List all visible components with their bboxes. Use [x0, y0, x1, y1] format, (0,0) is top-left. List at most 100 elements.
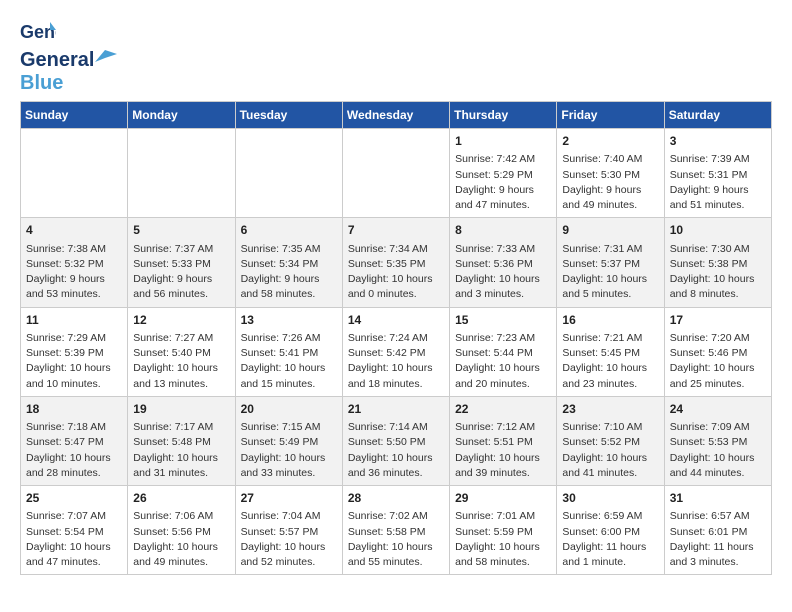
calendar-day-cell: 17Sunrise: 7:20 AMSunset: 5:46 PMDayligh…	[664, 307, 771, 396]
day-info-line: Daylight: 10 hours	[133, 540, 229, 555]
day-info-line: and 0 minutes.	[348, 287, 444, 302]
day-info-line: Sunrise: 6:57 AM	[670, 509, 766, 524]
day-number: 25	[26, 490, 122, 507]
calendar-day-cell: 12Sunrise: 7:27 AMSunset: 5:40 PMDayligh…	[128, 307, 235, 396]
day-info-line: and 18 minutes.	[348, 377, 444, 392]
day-info-line: Sunrise: 7:09 AM	[670, 420, 766, 435]
day-info-line: and 25 minutes.	[670, 377, 766, 392]
day-info-line: Sunset: 5:32 PM	[26, 257, 122, 272]
day-info-line: Daylight: 9 hours	[562, 183, 658, 198]
day-number: 8	[455, 222, 551, 239]
day-info-line: Daylight: 10 hours	[241, 451, 337, 466]
day-info-line: Sunrise: 7:06 AM	[133, 509, 229, 524]
day-number: 1	[455, 133, 551, 150]
day-info-line: and 49 minutes.	[562, 198, 658, 213]
calendar-week-row: 25Sunrise: 7:07 AMSunset: 5:54 PMDayligh…	[21, 486, 772, 575]
day-info-line: Daylight: 9 hours	[241, 272, 337, 287]
day-info-line: Sunrise: 6:59 AM	[562, 509, 658, 524]
day-info-line: Sunset: 5:37 PM	[562, 257, 658, 272]
day-info-line: and 49 minutes.	[133, 555, 229, 570]
day-info-line: Sunrise: 7:01 AM	[455, 509, 551, 524]
day-info-line: Daylight: 10 hours	[241, 540, 337, 555]
calendar-day-cell: 5Sunrise: 7:37 AMSunset: 5:33 PMDaylight…	[128, 218, 235, 307]
day-number: 2	[562, 133, 658, 150]
day-number: 24	[670, 401, 766, 418]
day-info-line: Sunset: 5:56 PM	[133, 525, 229, 540]
day-number: 28	[348, 490, 444, 507]
calendar-day-cell: 7Sunrise: 7:34 AMSunset: 5:35 PMDaylight…	[342, 218, 449, 307]
day-info-line: and 58 minutes.	[455, 555, 551, 570]
calendar-day-cell: 9Sunrise: 7:31 AMSunset: 5:37 PMDaylight…	[557, 218, 664, 307]
day-info-line: Sunset: 6:01 PM	[670, 525, 766, 540]
day-info-line: Daylight: 10 hours	[455, 540, 551, 555]
calendar-week-row: 4Sunrise: 7:38 AMSunset: 5:32 PMDaylight…	[21, 218, 772, 307]
calendar-header-row: SundayMondayTuesdayWednesdayThursdayFrid…	[21, 102, 772, 129]
day-info-line: Sunset: 5:36 PM	[455, 257, 551, 272]
day-info-line: and 3 minutes.	[670, 555, 766, 570]
day-info-line: Daylight: 10 hours	[455, 451, 551, 466]
day-number: 17	[670, 312, 766, 329]
calendar-day-cell: 4Sunrise: 7:38 AMSunset: 5:32 PMDaylight…	[21, 218, 128, 307]
day-number: 26	[133, 490, 229, 507]
day-info-line: Sunrise: 7:38 AM	[26, 242, 122, 257]
day-info-line: and 36 minutes.	[348, 466, 444, 481]
page-header: General General Blue	[20, 16, 772, 95]
day-info-line: Daylight: 9 hours	[670, 183, 766, 198]
calendar-day-cell: 29Sunrise: 7:01 AMSunset: 5:59 PMDayligh…	[450, 486, 557, 575]
day-number: 31	[670, 490, 766, 507]
day-info-line: Daylight: 10 hours	[348, 272, 444, 287]
day-info-line: Daylight: 9 hours	[455, 183, 551, 198]
day-info-line: Sunset: 5:57 PM	[241, 525, 337, 540]
day-info-line: Sunset: 6:00 PM	[562, 525, 658, 540]
day-info-line: Sunrise: 7:17 AM	[133, 420, 229, 435]
day-info-line: and 56 minutes.	[133, 287, 229, 302]
day-info-line: Sunset: 5:59 PM	[455, 525, 551, 540]
day-info-line: Sunrise: 7:30 AM	[670, 242, 766, 257]
day-info-line: Sunset: 5:40 PM	[133, 346, 229, 361]
day-info-line: Sunrise: 7:23 AM	[455, 331, 551, 346]
day-info-line: Sunrise: 7:07 AM	[26, 509, 122, 524]
day-info-line: Sunrise: 7:26 AM	[241, 331, 337, 346]
day-number: 15	[455, 312, 551, 329]
day-info-line: Sunset: 5:39 PM	[26, 346, 122, 361]
day-info-line: Sunset: 5:51 PM	[455, 435, 551, 450]
day-info-line: and 53 minutes.	[26, 287, 122, 302]
day-number: 23	[562, 401, 658, 418]
day-info-line: Sunrise: 7:31 AM	[562, 242, 658, 257]
day-info-line: and 44 minutes.	[670, 466, 766, 481]
calendar-day-cell: 23Sunrise: 7:10 AMSunset: 5:52 PMDayligh…	[557, 396, 664, 485]
day-info-line: and 52 minutes.	[241, 555, 337, 570]
calendar-day-cell: 22 Sunrise: 7:12 AMSunset: 5:51 PMDayligh…	[450, 396, 557, 485]
calendar-day-cell: 20Sunrise: 7:15 AMSunset: 5:49 PMDayligh…	[235, 396, 342, 485]
calendar-day-cell: 21Sunrise: 7:14 AMSunset: 5:50 PMDayligh…	[342, 396, 449, 485]
day-info-line: and 31 minutes.	[133, 466, 229, 481]
day-info-line: and 51 minutes.	[670, 198, 766, 213]
day-info-line: Daylight: 10 hours	[670, 361, 766, 376]
day-info-line: Sunrise: 7:27 AM	[133, 331, 229, 346]
day-info-line: Sunrise: 7:35 AM	[241, 242, 337, 257]
day-number: 18	[26, 401, 122, 418]
day-info-line: and 33 minutes.	[241, 466, 337, 481]
day-info-line: Sunrise: 7:12 AM	[455, 420, 551, 435]
day-info-line: Daylight: 10 hours	[348, 451, 444, 466]
day-info-line: Daylight: 10 hours	[348, 361, 444, 376]
day-info-line: Sunrise: 7:14 AM	[348, 420, 444, 435]
logo: General General Blue	[20, 16, 118, 95]
day-number: 22	[455, 401, 551, 418]
day-info-line: Sunrise: 7:18 AM	[26, 420, 122, 435]
day-info-line: and 41 minutes.	[562, 466, 658, 481]
day-number: 3	[670, 133, 766, 150]
day-info-line: Daylight: 10 hours	[26, 540, 122, 555]
day-info-line: Sunrise: 7:37 AM	[133, 242, 229, 257]
day-of-week-header: Sunday	[21, 102, 128, 129]
day-info-line: Sunset: 5:34 PM	[241, 257, 337, 272]
day-info-line: Daylight: 9 hours	[26, 272, 122, 287]
day-number: 7	[348, 222, 444, 239]
day-of-week-header: Tuesday	[235, 102, 342, 129]
day-number: 13	[241, 312, 337, 329]
day-info-line: and 13 minutes.	[133, 377, 229, 392]
day-number: 12	[133, 312, 229, 329]
calendar-day-cell: 30Sunrise: 6:59 AMSunset: 6:00 PMDayligh…	[557, 486, 664, 575]
day-info-line: and 47 minutes.	[26, 555, 122, 570]
logo-blue: Blue	[20, 72, 63, 95]
